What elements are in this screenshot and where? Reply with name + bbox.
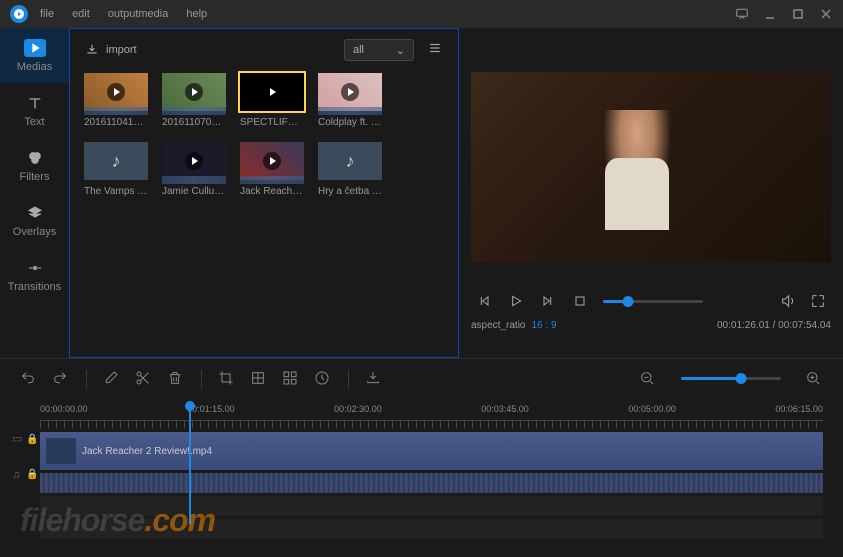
overlays-icon <box>24 204 46 222</box>
mosaic-button[interactable] <box>250 370 268 388</box>
aspect-ratio-label: aspect_ratio <box>471 320 525 331</box>
sidebar-label: Filters <box>20 171 50 183</box>
transitions-icon <box>24 259 46 277</box>
play-button[interactable] <box>507 292 525 310</box>
redo-button[interactable] <box>52 370 70 388</box>
media-item[interactable]: SPECTLIFE m... <box>240 73 304 128</box>
zoom-in-button[interactable] <box>805 370 823 388</box>
empty-track[interactable] <box>40 496 823 516</box>
audio-track[interactable] <box>40 473 823 493</box>
video-track-icon: ▭ <box>12 432 22 445</box>
sidebar-item-medias[interactable]: Medias <box>0 28 69 83</box>
delete-button[interactable] <box>167 370 185 388</box>
audio-icon: ♪ <box>112 151 121 172</box>
crop-button[interactable] <box>218 370 236 388</box>
undo-button[interactable] <box>20 370 38 388</box>
sidebar-label: Transitions <box>8 281 61 293</box>
video-track[interactable]: Jack Reacher 2 Review!.mp4 <box>40 432 823 470</box>
export-button[interactable] <box>365 370 383 388</box>
close-button[interactable] <box>819 7 833 21</box>
menu-file[interactable]: file <box>40 8 54 20</box>
grid-button[interactable] <box>282 370 300 388</box>
media-item[interactable]: 20161107092... <box>162 73 226 128</box>
sidebar-label: Medias <box>17 61 52 73</box>
play-icon <box>263 152 281 170</box>
prev-frame-button[interactable] <box>475 292 493 310</box>
split-button[interactable] <box>135 370 153 388</box>
media-filter-select[interactable]: all ⌄ <box>344 39 414 61</box>
feedback-icon[interactable] <box>735 7 749 21</box>
maximize-button[interactable] <box>791 7 805 21</box>
zoom-slider[interactable] <box>681 377 781 380</box>
timeline-clip[interactable]: Jack Reacher 2 Review!.mp4 <box>40 432 823 470</box>
app-logo <box>10 5 28 23</box>
play-icon <box>263 83 281 101</box>
sidebar-item-overlays[interactable]: Overlays <box>0 193 69 248</box>
sidebar-item-text[interactable]: Text <box>0 83 69 138</box>
duration-button[interactable] <box>314 370 332 388</box>
preview-video[interactable] <box>471 72 831 262</box>
sidebar-item-filters[interactable]: Filters <box>0 138 69 193</box>
media-item[interactable]: ♪Hry a četba (... <box>318 142 382 197</box>
lock-icon[interactable]: 🔒 <box>26 434 38 445</box>
media-item[interactable]: Coldplay ft. C... <box>318 73 382 128</box>
stop-button[interactable] <box>571 292 589 310</box>
media-item[interactable]: Jack Reacher... <box>240 142 304 197</box>
time-display: 00:01:26.01 / 00:07:54.04 <box>717 320 831 331</box>
audio-track-icon: ♫ <box>12 469 22 481</box>
menu-edit[interactable]: edit <box>72 8 90 20</box>
play-icon <box>341 83 359 101</box>
play-icon <box>107 83 125 101</box>
play-icon <box>185 83 203 101</box>
play-icon <box>185 152 203 170</box>
text-icon <box>24 94 46 112</box>
media-item[interactable]: 20161104100... <box>84 73 148 128</box>
sidebar-item-transitions[interactable]: Transitions <box>0 248 69 303</box>
menu-outputmedia[interactable]: outputmedia <box>108 8 169 20</box>
chevron-down-icon: ⌄ <box>396 44 405 57</box>
sidebar-label: Text <box>24 116 44 128</box>
list-view-icon[interactable] <box>426 41 444 59</box>
filters-icon <box>24 149 46 167</box>
sidebar-label: Overlays <box>13 226 56 238</box>
edit-button[interactable] <box>103 370 121 388</box>
aspect-ratio-value[interactable]: 16 : 9 <box>531 320 556 331</box>
zoom-out-button[interactable] <box>639 370 657 388</box>
medias-icon <box>24 39 46 57</box>
empty-track[interactable] <box>40 519 823 539</box>
media-item[interactable]: ♪The Vamps -... <box>84 142 148 197</box>
playhead[interactable] <box>189 404 191 524</box>
next-frame-button[interactable] <box>539 292 557 310</box>
fullscreen-button[interactable] <box>809 292 827 310</box>
minimize-button[interactable] <box>763 7 777 21</box>
audio-icon: ♪ <box>346 151 355 172</box>
import-button[interactable]: import <box>84 43 137 57</box>
menu-help[interactable]: help <box>186 8 207 20</box>
timeline-ruler[interactable]: 00:00:00.00 00:01:15.00 00:02:30.00 00:0… <box>40 404 823 414</box>
volume-slider[interactable] <box>603 300 703 303</box>
media-item[interactable]: Jamie Cullum... <box>162 142 226 197</box>
mute-button[interactable] <box>779 292 797 310</box>
lock-icon[interactable]: 🔒 <box>26 469 38 480</box>
